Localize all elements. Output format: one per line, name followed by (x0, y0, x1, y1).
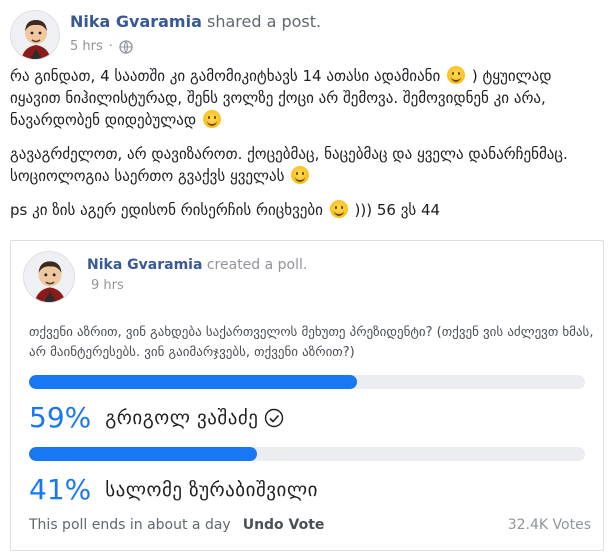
post-action-text: shared a post. (206, 12, 322, 31)
shared-action-text: created a poll. (206, 257, 308, 273)
poll-bar-fill (29, 375, 358, 389)
poll-footer: This poll ends in about a day Undo Vote … (29, 517, 591, 533)
post-text: ps კი ზის აგერ ედისონ რისერჩის რიცხვები (10, 201, 323, 219)
poll-bar-track (29, 447, 585, 461)
author-name-link[interactable]: Nika Gvaramia (70, 12, 202, 31)
shared-poll-card[interactable]: Nika Gvaramia created a poll. 9 hrs თქვე… (10, 240, 604, 551)
avatar-cartoon-icon (11, 11, 59, 59)
smile-emoji-icon (202, 110, 221, 128)
voted-check-icon (264, 408, 284, 428)
undo-vote-button[interactable]: Undo Vote (243, 517, 325, 533)
shared-author-line: Nika Gvaramia created a poll. (87, 257, 307, 273)
poll-option-label: სალომე ზურაბიშვილი (105, 478, 318, 501)
smile-emoji-icon (291, 166, 310, 184)
globe-icon[interactable] (119, 39, 133, 54)
post-text: რა გინდათ, 4 საათში კი გამომიკიტხავს 14 … (10, 67, 441, 85)
meta-separator: · (108, 39, 113, 54)
post-paragraph-2: გავაგრძელოთ, არ დავიზაროთ. ქოცებმაც, ნაც… (10, 143, 602, 187)
poll-ends-text: This poll ends in about a day (29, 517, 231, 533)
post-timestamp[interactable]: 5 hrs (70, 39, 103, 54)
post-text: ))) 56 ვს 44 (354, 201, 441, 219)
shared-timestamp[interactable]: 9 hrs (91, 278, 124, 293)
post-paragraph-1: რა გინდათ, 4 საათში კი გამომიკიტხავს 14 … (10, 65, 602, 131)
poll-bar-fill (29, 447, 257, 461)
post-paragraph-3: ps კი ზის აგერ ედისონ რისერჩის რიცხვები … (10, 199, 602, 221)
author-line: Nika Gvaramia shared a post. (70, 12, 321, 31)
vote-count-link[interactable]: 32.4K Votes (508, 517, 591, 533)
post-text: გავაგრძელოთ, არ დავიზაროთ. ქოცებმაც, ნაც… (10, 145, 568, 185)
post-header: Nika Gvaramia shared a post. 5 hrs · (8, 6, 603, 60)
post-body: რა გინდათ, 4 საათში კი გამომიკიტხავს 14 … (10, 65, 602, 233)
poll-percent: 41% (29, 473, 92, 506)
poll-question: თქვენი აზრით, ვინ გახდება საქართველოს მე… (29, 325, 594, 360)
shared-author-avatar[interactable] (23, 251, 75, 303)
shared-author-name-link[interactable]: Nika Gvaramia (87, 257, 202, 273)
poll-option-label: გრიგოლ ვაშაძე (105, 406, 259, 429)
avatar-cartoon-icon (24, 252, 74, 302)
poll-bar-track (29, 375, 585, 389)
post-meta: 5 hrs · (70, 39, 133, 54)
poll-percent: 59% (29, 401, 92, 434)
smile-emoji-icon (329, 200, 348, 218)
author-avatar[interactable] (10, 10, 60, 60)
poll-option-row: 41% სალომე ზურაბიშვილი (29, 473, 318, 506)
poll-option-row: 59% გრიგოლ ვაშაძე (29, 401, 284, 434)
smile-emoji-icon (447, 66, 466, 84)
